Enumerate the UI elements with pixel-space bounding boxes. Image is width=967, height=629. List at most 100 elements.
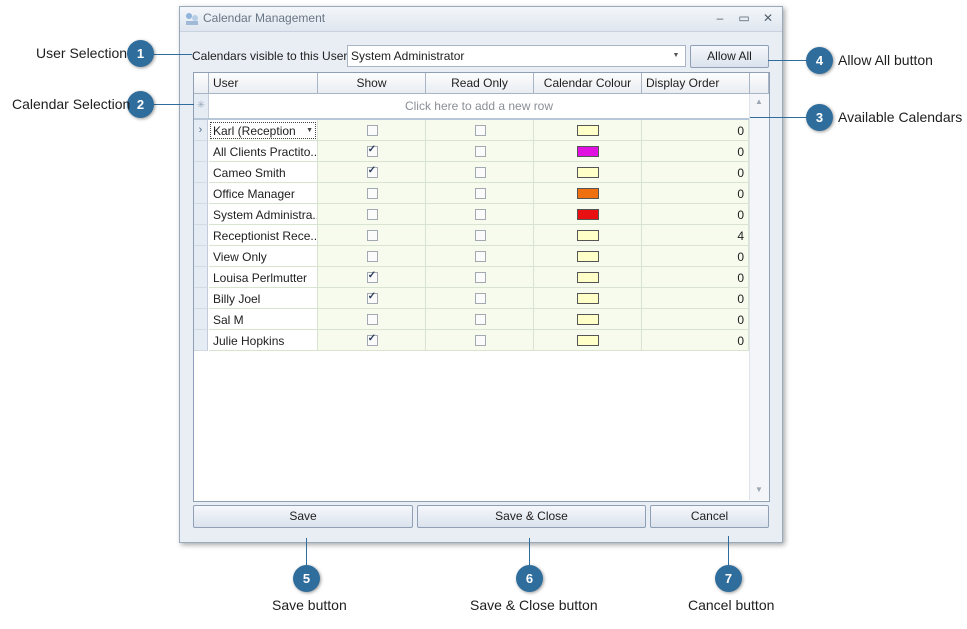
allow-all-button[interactable]: Allow All — [690, 45, 769, 68]
colour-swatch[interactable] — [577, 230, 599, 241]
colour-swatch[interactable] — [577, 314, 599, 325]
save-close-button[interactable]: Save & Close — [417, 505, 646, 528]
row-indicator[interactable] — [194, 225, 208, 246]
row-indicator[interactable] — [194, 246, 208, 267]
column-header-calendar-colour[interactable]: Calendar Colour — [534, 73, 642, 94]
cell-user[interactable]: Sal M — [209, 309, 318, 330]
close-button[interactable]: ✕ — [758, 9, 778, 27]
colour-swatch[interactable] — [577, 146, 599, 157]
read-only-checkbox[interactable] — [474, 293, 486, 304]
column-header-read-only[interactable]: Read Only — [426, 73, 534, 94]
row-indicator[interactable] — [194, 267, 208, 288]
table-row[interactable]: Receptionist Rece... 4 — [194, 225, 749, 246]
read-only-checkbox[interactable] — [474, 335, 486, 346]
cell-calendar-colour[interactable] — [534, 288, 642, 309]
read-only-checkbox[interactable] — [474, 125, 486, 136]
save-button[interactable]: Save — [193, 505, 413, 528]
cell-display-order[interactable]: 0 — [642, 183, 749, 204]
show-checkbox[interactable]: ✓ — [366, 270, 378, 283]
table-row[interactable]: Billy Joel ✓ 0 — [194, 288, 749, 309]
table-row[interactable]: Louisa Perlmutter ✓ 0 — [194, 267, 749, 288]
cell-user[interactable]: View Only — [209, 246, 318, 267]
colour-swatch[interactable] — [577, 188, 599, 199]
row-indicator[interactable] — [194, 309, 208, 330]
cell-user[interactable]: Receptionist Rece... — [209, 225, 318, 246]
show-checkbox[interactable] — [366, 230, 378, 241]
row-indicator[interactable] — [194, 288, 208, 309]
column-header-user[interactable]: User — [209, 73, 318, 94]
cell-display-order[interactable]: 0 — [642, 309, 749, 330]
minimize-button[interactable]: – — [710, 9, 730, 27]
show-checkbox[interactable]: ✓ — [366, 291, 378, 304]
show-checkbox[interactable] — [366, 188, 378, 199]
user-cell-editor[interactable]: Karl (Reception... ▼ — [210, 122, 316, 139]
user-select-dropdown[interactable]: System Administrator ▼ — [347, 45, 686, 67]
colour-swatch[interactable] — [577, 293, 599, 304]
read-only-checkbox[interactable] — [474, 251, 486, 262]
show-checkbox[interactable] — [366, 125, 378, 136]
cell-display-order[interactable]: 4 — [642, 225, 749, 246]
cell-display-order[interactable]: 0 — [642, 162, 749, 183]
cell-user[interactable]: Karl (Reception... ▼ — [209, 120, 318, 141]
read-only-checkbox[interactable] — [474, 188, 486, 199]
chevron-down-icon[interactable]: ▼ — [306, 124, 313, 137]
cell-calendar-colour[interactable] — [534, 267, 642, 288]
grid-scrollbar[interactable]: ▲ ▼ — [749, 94, 769, 500]
show-checkbox[interactable]: ✓ — [366, 165, 378, 178]
cell-user[interactable]: All Clients Practito... — [209, 141, 318, 162]
cell-calendar-colour[interactable] — [534, 162, 642, 183]
read-only-checkbox[interactable] — [474, 230, 486, 241]
cell-calendar-colour[interactable] — [534, 330, 642, 351]
row-indicator[interactable] — [194, 183, 208, 204]
table-row[interactable]: Office Manager 0 — [194, 183, 749, 204]
row-indicator[interactable] — [194, 330, 208, 351]
scroll-down-icon[interactable]: ▼ — [754, 485, 764, 494]
cell-display-order[interactable]: 0 — [642, 204, 749, 225]
column-header-display-order[interactable]: Display Order — [642, 73, 750, 94]
cell-calendar-colour[interactable] — [534, 225, 642, 246]
cell-calendar-colour[interactable] — [534, 309, 642, 330]
cancel-button[interactable]: Cancel — [650, 505, 769, 528]
cell-display-order[interactable]: 0 — [642, 120, 749, 141]
row-indicator[interactable] — [194, 141, 208, 162]
cell-display-order[interactable]: 0 — [642, 267, 749, 288]
table-row[interactable]: › Karl (Reception... ▼ 0 — [194, 120, 749, 141]
current-row-indicator-icon[interactable]: › — [194, 120, 208, 141]
read-only-checkbox[interactable] — [474, 209, 486, 220]
cell-user[interactable]: Office Manager — [209, 183, 318, 204]
show-checkbox[interactable] — [366, 209, 378, 220]
cell-calendar-colour[interactable] — [534, 246, 642, 267]
title-bar[interactable]: Calendar Management – ▭ ✕ — [180, 7, 782, 32]
colour-swatch[interactable] — [577, 209, 599, 220]
row-indicator[interactable] — [194, 204, 208, 225]
cell-user[interactable]: Cameo Smith — [209, 162, 318, 183]
cell-display-order[interactable]: 0 — [642, 141, 749, 162]
table-row[interactable]: Julie Hopkins ✓ 0 — [194, 330, 749, 351]
table-row[interactable]: View Only 0 — [194, 246, 749, 267]
colour-swatch[interactable] — [577, 251, 599, 262]
maximize-button[interactable]: ▭ — [734, 9, 754, 27]
show-checkbox[interactable] — [366, 251, 378, 262]
colour-swatch[interactable] — [577, 125, 599, 136]
column-header-show[interactable]: Show — [318, 73, 426, 94]
show-checkbox[interactable]: ✓ — [366, 144, 378, 157]
new-row[interactable]: ✳ Click here to add a new row — [194, 94, 749, 120]
chevron-down-icon[interactable]: ▼ — [669, 48, 683, 64]
read-only-checkbox[interactable] — [474, 314, 486, 325]
row-indicator[interactable] — [194, 162, 208, 183]
cell-calendar-colour[interactable] — [534, 183, 642, 204]
colour-swatch[interactable] — [577, 167, 599, 178]
read-only-checkbox[interactable] — [474, 146, 486, 157]
cell-calendar-colour[interactable] — [534, 141, 642, 162]
table-row[interactable]: Sal M 0 — [194, 309, 749, 330]
scroll-up-icon[interactable]: ▲ — [754, 97, 764, 106]
cell-display-order[interactable]: 0 — [642, 246, 749, 267]
cell-display-order[interactable]: 0 — [642, 330, 749, 351]
colour-swatch[interactable] — [577, 335, 599, 346]
colour-swatch[interactable] — [577, 272, 599, 283]
read-only-checkbox[interactable] — [474, 167, 486, 178]
cell-user[interactable]: System Administra... — [209, 204, 318, 225]
cell-display-order[interactable]: 0 — [642, 288, 749, 309]
cell-calendar-colour[interactable] — [534, 120, 642, 141]
cell-calendar-colour[interactable] — [534, 204, 642, 225]
